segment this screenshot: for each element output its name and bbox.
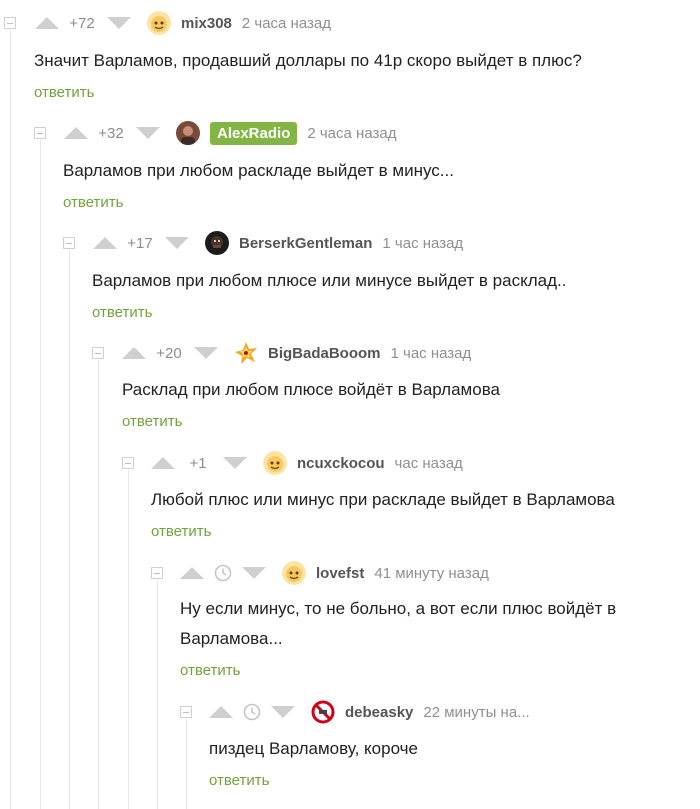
clock-icon xyxy=(214,564,232,582)
reply-link[interactable]: ответить xyxy=(34,84,94,101)
comment-text: пиздец Варламову, короче xyxy=(209,739,418,758)
thread-line xyxy=(128,470,129,809)
comment-time: час назад xyxy=(394,454,463,472)
comment-rating: +1 xyxy=(189,454,207,472)
collapse-toggle[interactable] xyxy=(34,127,46,139)
avatar[interactable] xyxy=(282,561,306,585)
reply-link[interactable]: ответить xyxy=(151,523,211,540)
comment-author[interactable]: mix308 xyxy=(181,15,232,32)
comment-time: 1 час назад xyxy=(382,234,464,252)
comment-time: 22 минуты на... xyxy=(423,703,530,721)
comment-text: Варламов при любом плюсе или минусе выйд… xyxy=(92,271,567,290)
collapse-toggle[interactable] xyxy=(122,457,134,469)
comment-text: Значит Варламов, продавший доллары по 41… xyxy=(34,51,582,70)
thread-line xyxy=(186,719,187,809)
upvote-icon[interactable] xyxy=(151,457,175,469)
comment-header: +1 ncuxckocou час назад xyxy=(151,450,463,476)
downvote-icon[interactable] xyxy=(136,127,160,139)
comment-header: +72 mix308 2 часа назад xyxy=(35,10,331,36)
downvote-icon[interactable] xyxy=(242,567,266,579)
comment-header: +17 BerserkGentleman 1 час назад xyxy=(93,230,463,256)
comment-rating: +20 xyxy=(156,344,182,362)
avatar[interactable] xyxy=(311,700,335,724)
avatar[interactable] xyxy=(176,121,200,145)
downvote-icon[interactable] xyxy=(194,347,218,359)
comment-author[interactable]: debeasky xyxy=(345,704,413,721)
downvote-icon[interactable] xyxy=(107,17,131,29)
comment-time: 2 часа назад xyxy=(307,124,397,142)
reply-link[interactable]: ответить xyxy=(63,194,123,211)
comment-header: +20 BigBadaBooom 1 час назад xyxy=(122,340,471,366)
comment-rating: +72 xyxy=(69,14,95,32)
comment-author[interactable]: ncuxckocou xyxy=(297,455,385,472)
clock-icon xyxy=(243,703,261,721)
reply-link[interactable]: ответить xyxy=(209,772,269,789)
comment-time: 1 час назад xyxy=(390,344,472,362)
upvote-icon[interactable] xyxy=(209,706,233,718)
upvote-icon[interactable] xyxy=(122,347,146,359)
upvote-icon[interactable] xyxy=(180,567,204,579)
upvote-icon[interactable] xyxy=(64,127,88,139)
comment-rating: +32 xyxy=(98,124,124,142)
comment-text: Ну если минус, то не больно, а вот если … xyxy=(180,599,617,648)
comment-text: Варламов при любом раскладе выйдет в мин… xyxy=(63,161,454,180)
comment-author[interactable]: AlexRadio xyxy=(210,121,298,145)
downvote-icon[interactable] xyxy=(271,706,295,718)
comment-author[interactable]: BigBadaBooom xyxy=(268,345,381,362)
comment-author[interactable]: lovefst xyxy=(316,565,364,582)
avatar[interactable] xyxy=(205,231,229,255)
avatar[interactable] xyxy=(234,341,258,365)
comment-text: Расклад при любом плюсе войдёт в Варламо… xyxy=(122,380,500,399)
comment-header: debeasky 22 минуты на... xyxy=(209,699,530,725)
thread-line xyxy=(69,250,70,809)
comment-header: lovefst 41 минуту назад xyxy=(180,560,489,586)
comment-rating: +17 xyxy=(127,234,153,252)
downvote-icon[interactable] xyxy=(223,457,247,469)
downvote-icon[interactable] xyxy=(165,237,189,249)
avatar[interactable] xyxy=(263,451,287,475)
collapse-toggle[interactable] xyxy=(63,237,75,249)
upvote-icon[interactable] xyxy=(35,17,59,29)
thread-line xyxy=(157,580,158,809)
comment-text: Любой плюс или минус при раскладе выйдет… xyxy=(151,490,615,509)
thread-line xyxy=(40,140,41,809)
collapse-toggle[interactable] xyxy=(180,706,192,718)
reply-link[interactable]: ответить xyxy=(92,304,152,321)
upvote-icon[interactable] xyxy=(93,237,117,249)
avatar[interactable] xyxy=(147,11,171,35)
comment-time: 41 минуту назад xyxy=(374,564,489,582)
thread-line xyxy=(10,30,11,809)
collapse-toggle[interactable] xyxy=(4,17,16,29)
reply-link[interactable]: ответить xyxy=(180,662,240,679)
reply-link[interactable]: ответить xyxy=(122,413,182,430)
thread-line xyxy=(98,360,99,809)
collapse-toggle[interactable] xyxy=(92,347,104,359)
comment-header: +32 AlexRadio 2 часа назад xyxy=(64,120,396,146)
comment-author[interactable]: BerserkGentleman xyxy=(239,235,372,252)
collapse-toggle[interactable] xyxy=(151,567,163,579)
comment-time: 2 часа назад xyxy=(241,14,331,32)
